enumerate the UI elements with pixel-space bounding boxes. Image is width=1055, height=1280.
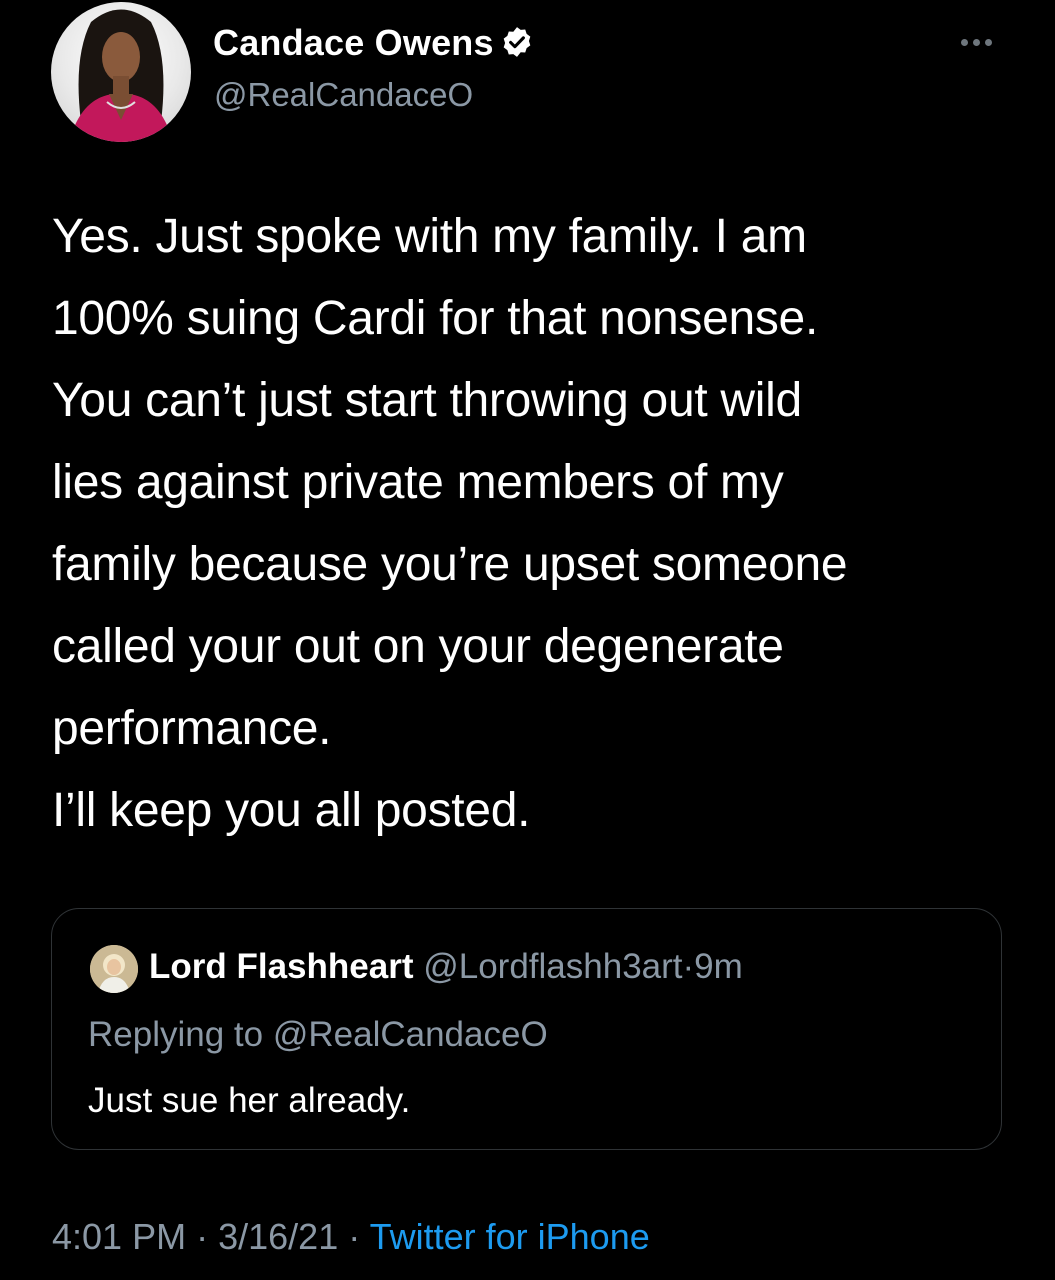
author-avatar[interactable] [51, 2, 191, 142]
tweet-text-line: called your out on your degenerate [52, 620, 784, 673]
quoted-author-avatar[interactable] [90, 945, 138, 993]
quoted-header: Lord Flashheart @Lordflashh3art·9m [149, 947, 743, 987]
footer-separator: · [196, 1216, 209, 1257]
author-name-text[interactable]: Candace Owens [213, 22, 494, 63]
author-display-name[interactable]: Candace Owens [213, 22, 534, 68]
quoted-replying-to: Replying to @RealCandaceO [88, 1015, 548, 1054]
tweet-text: Yes. Just spoke with my family. I am 100… [52, 196, 1012, 852]
tweet-text-line: 100% suing Cardi for that nonsense. [52, 292, 818, 345]
tweet-card: Candace Owens @RealCandaceO Yes. Just sp… [0, 0, 1055, 1280]
more-options-icon[interactable] [961, 28, 999, 58]
quoted-handle[interactable]: @Lordflashh3art [423, 947, 682, 986]
quoted-text: Just sue her already. [88, 1081, 411, 1120]
quoted-separator: · [682, 947, 695, 986]
quoted-age: 9m [694, 947, 743, 986]
tweet-date: 3/16/21 [218, 1216, 339, 1257]
tweet-text-line: I’ll keep you all posted. [52, 784, 531, 837]
verified-badge-icon [500, 25, 534, 68]
quoted-display-name[interactable]: Lord Flashheart [149, 947, 413, 986]
author-handle[interactable]: @RealCandaceO [214, 76, 473, 114]
tweet-text-line: family because you’re upset someone [52, 538, 848, 591]
tweet-source-link[interactable]: Twitter for iPhone [370, 1216, 650, 1257]
quoted-tweet[interactable]: Lord Flashheart @Lordflashh3art·9m Reply… [51, 908, 1002, 1150]
tweet-footer: 4:01 PM · 3/16/21 · Twitter for iPhone [52, 1216, 650, 1258]
tweet-text-line: performance. [52, 702, 332, 755]
tweet-time: 4:01 PM [52, 1216, 187, 1257]
tweet-text-line: Yes. Just spoke with my family. I am [52, 210, 807, 263]
footer-separator: · [348, 1216, 361, 1257]
tweet-text-line: You can’t just start throwing out wild [52, 374, 802, 427]
tweet-text-line: lies against private members of my [52, 456, 784, 509]
